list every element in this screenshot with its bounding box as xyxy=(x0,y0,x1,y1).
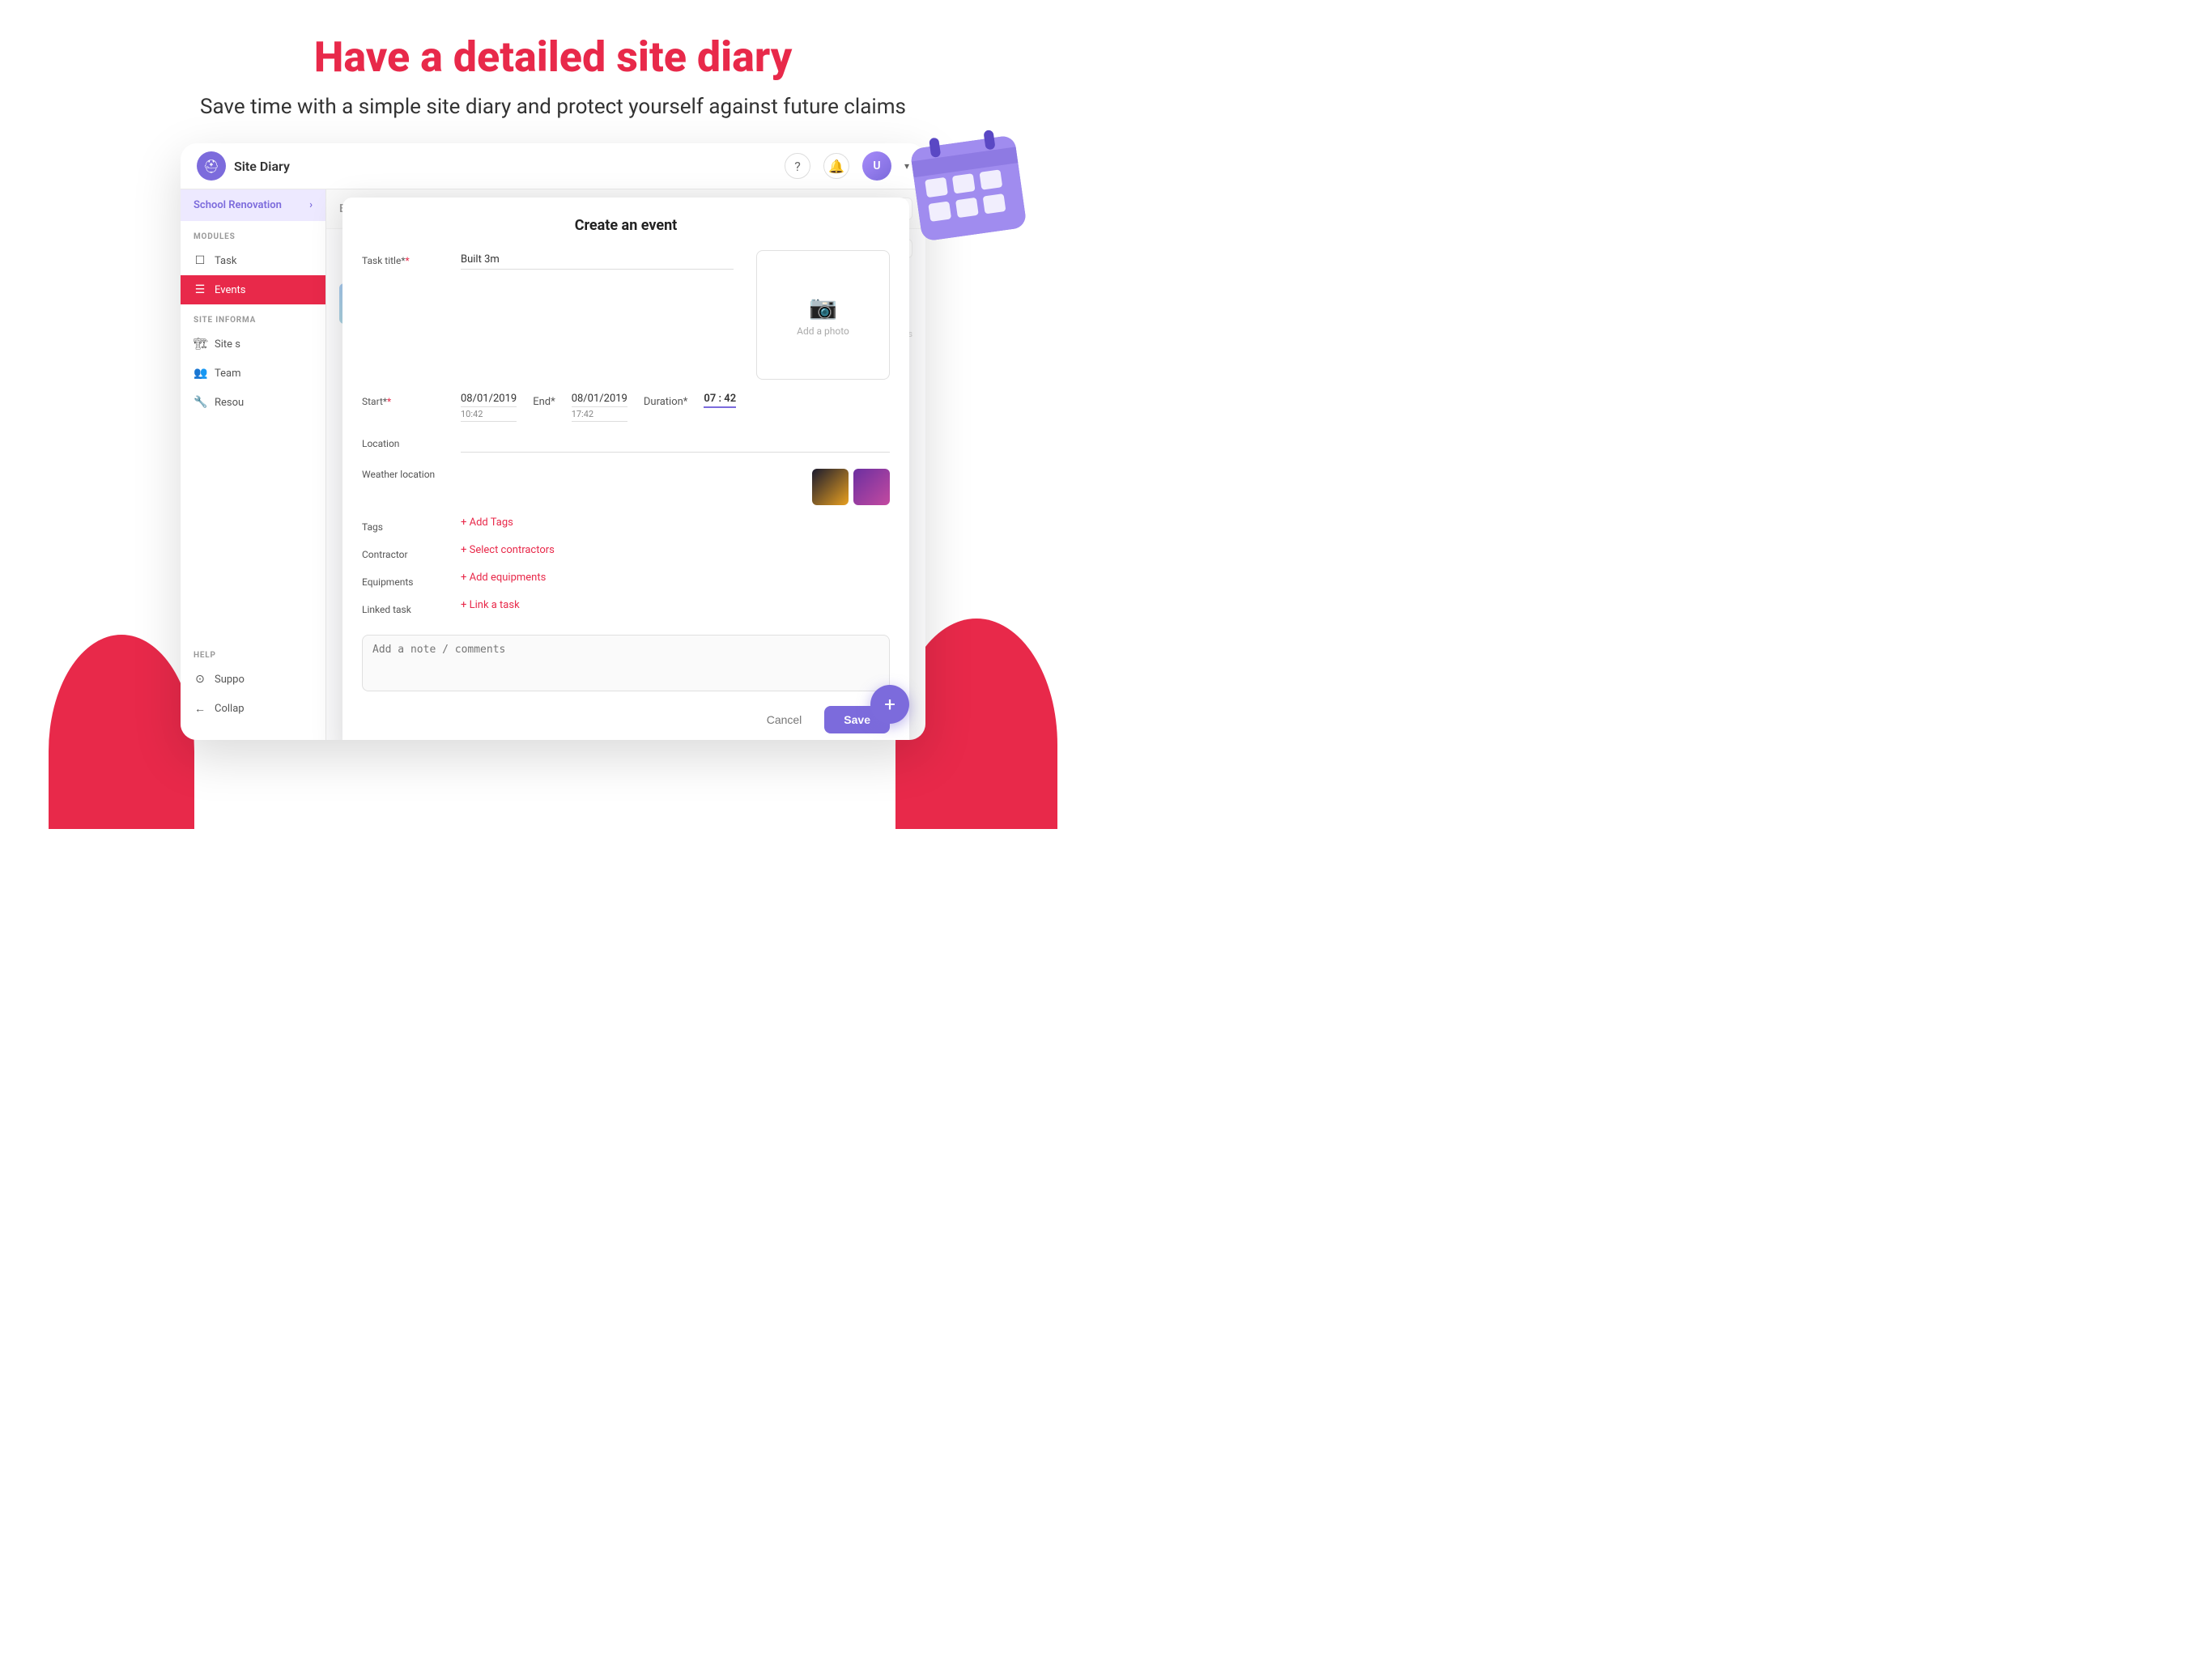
weather-row: Weather location xyxy=(362,464,890,505)
modal-footer: Cancel Save xyxy=(362,706,890,733)
helmet-icon: ⛑ xyxy=(203,159,219,174)
events-label: Events xyxy=(215,284,245,296)
notification-button[interactable]: 🔔 xyxy=(823,153,849,179)
task-title-row: Task title* Built 3m 📷 Add a photo xyxy=(362,250,890,380)
team-label: Team xyxy=(215,368,241,380)
fab-button[interactable]: + xyxy=(870,685,909,724)
end-label: End* xyxy=(533,391,555,422)
equipments-row: Equipments + Add equipments xyxy=(362,572,890,588)
calendar-icon xyxy=(904,122,1032,250)
weather-label: Weather location xyxy=(362,464,451,480)
support-icon: ⊙ xyxy=(194,673,206,686)
location-row: Location xyxy=(362,433,890,453)
collapse-icon: ← xyxy=(194,702,206,716)
start-date-field: 08/01/2019 10:42 xyxy=(461,391,517,422)
contractor-row: Contractor + Select contractors xyxy=(362,544,890,560)
avatar-initial: U xyxy=(873,159,880,172)
sites-icon: 🏗 xyxy=(194,338,206,351)
brand: ⛑ Site Diary xyxy=(197,151,290,181)
photo-add-label: Add a photo xyxy=(797,325,849,337)
cancel-button[interactable]: Cancel xyxy=(754,706,815,733)
resources-label: Resou xyxy=(215,397,244,409)
brand-icon: ⛑ xyxy=(197,151,226,181)
resources-icon: 🔧 xyxy=(194,396,206,409)
sidebar: School Renovation › MODULES ☐ Task ☰ Eve… xyxy=(181,189,326,740)
linked-task-row: Linked task + Link a task xyxy=(362,599,890,615)
bell-icon: 🔔 xyxy=(828,159,844,174)
start-label: Start* xyxy=(362,391,451,407)
collapse-label: Collap xyxy=(215,703,245,715)
duration-field: 07 : 42 xyxy=(704,391,736,422)
task-icon: ☐ xyxy=(194,254,206,267)
tags-add[interactable]: + Add Tags xyxy=(461,517,513,529)
thumb-2 xyxy=(853,469,890,505)
duration-value[interactable]: 07 : 42 xyxy=(704,391,736,408)
start-time[interactable]: 10:42 xyxy=(461,407,517,422)
help-icon: ? xyxy=(794,159,801,174)
sidebar-item-collapse[interactable]: ← Collap xyxy=(181,694,325,724)
start-date[interactable]: 08/01/2019 xyxy=(461,391,517,407)
datetime-row: Start* 08/01/2019 10:42 End* 08/01/2019 … xyxy=(362,391,890,422)
sidebar-item-sites[interactable]: 🏗 Site s xyxy=(181,329,325,359)
location-label: Location xyxy=(362,433,451,449)
page-header: Have a detailed site diary Save time wit… xyxy=(0,0,1106,135)
linked-task-label: Linked task xyxy=(362,599,451,615)
brand-name: Site Diary xyxy=(234,159,290,174)
tags-label: Tags xyxy=(362,517,451,533)
top-bar: ⛑ Site Diary ? 🔔 U ▾ xyxy=(181,143,925,189)
team-icon: 👥 xyxy=(194,367,206,380)
create-event-modal: Create an event Task title* Built 3m 📷 A… xyxy=(342,198,909,740)
sidebar-bottom: HELP ⊙ Suppo ← Collap xyxy=(181,640,325,740)
calendar-icon-wrapper xyxy=(904,122,1033,253)
notes-input[interactable] xyxy=(362,635,890,691)
app-container: ⛑ Site Diary ? 🔔 U ▾ School Renovation › xyxy=(181,143,925,740)
duration-label: Duration* xyxy=(644,391,688,422)
modules-section: MODULES xyxy=(181,221,325,246)
photo-thumbs xyxy=(461,469,890,505)
events-icon: ☰ xyxy=(194,283,206,296)
sidebar-item-task[interactable]: ☐ Task xyxy=(181,246,325,275)
end-date-field: 08/01/2019 17:42 xyxy=(572,391,627,422)
task-title-label: Task title* xyxy=(362,250,451,266)
sidebar-project[interactable]: School Renovation › xyxy=(181,189,325,221)
location-input[interactable] xyxy=(461,433,890,453)
help-section: HELP xyxy=(181,640,325,665)
sidebar-item-resources[interactable]: 🔧 Resou xyxy=(181,388,325,417)
project-name: School Renovation xyxy=(194,199,282,211)
equipments-label: Equipments xyxy=(362,572,451,588)
contractor-add[interactable]: + Select contractors xyxy=(461,544,555,556)
contractor-label: Contractor xyxy=(362,544,451,560)
main-layout: School Renovation › MODULES ☐ Task ☰ Eve… xyxy=(181,189,925,740)
sidebar-item-support[interactable]: ⊙ Suppo xyxy=(181,665,325,694)
modal-overlay: Create an event Task title* Built 3m 📷 A… xyxy=(326,189,925,740)
project-chevron: › xyxy=(309,199,313,211)
page-title: Have a detailed site diary xyxy=(16,32,1090,82)
thumb-1 xyxy=(812,469,849,505)
end-date[interactable]: 08/01/2019 xyxy=(572,391,627,407)
decorative-left xyxy=(49,635,194,829)
sidebar-item-team[interactable]: 👥 Team xyxy=(181,359,325,388)
sidebar-item-events[interactable]: ☰ Events xyxy=(181,275,325,304)
task-label: Task xyxy=(215,255,236,267)
weather-value xyxy=(461,464,890,505)
end-time[interactable]: 17:42 xyxy=(572,407,627,422)
top-bar-actions: ? 🔔 U ▾ xyxy=(785,151,909,181)
photo-upload-area[interactable]: 📷 Add a photo xyxy=(756,250,890,380)
linked-task-add[interactable]: + Link a task xyxy=(461,599,520,611)
camera-icon: 📷 xyxy=(809,294,837,321)
equipments-add[interactable]: + Add equipments xyxy=(461,572,546,584)
avatar[interactable]: U xyxy=(862,151,891,181)
task-title-value[interactable]: Built 3m xyxy=(461,250,734,270)
date-group: 08/01/2019 10:42 End* 08/01/2019 17:42 D… xyxy=(461,391,890,422)
tags-row: Tags + Add Tags xyxy=(362,517,890,533)
support-label: Suppo xyxy=(215,674,245,686)
page-subtitle: Save time with a simple site diary and p… xyxy=(16,95,1090,119)
site-info-section: SITE INFORMA xyxy=(181,304,325,329)
content-area: Events ▦ Filter ▾ nages Total 3 entries xyxy=(326,189,925,740)
sites-label: Site s xyxy=(215,338,240,351)
modal-title: Create an event xyxy=(362,217,890,234)
help-button[interactable]: ? xyxy=(785,153,810,179)
plus-icon: + xyxy=(884,693,895,716)
